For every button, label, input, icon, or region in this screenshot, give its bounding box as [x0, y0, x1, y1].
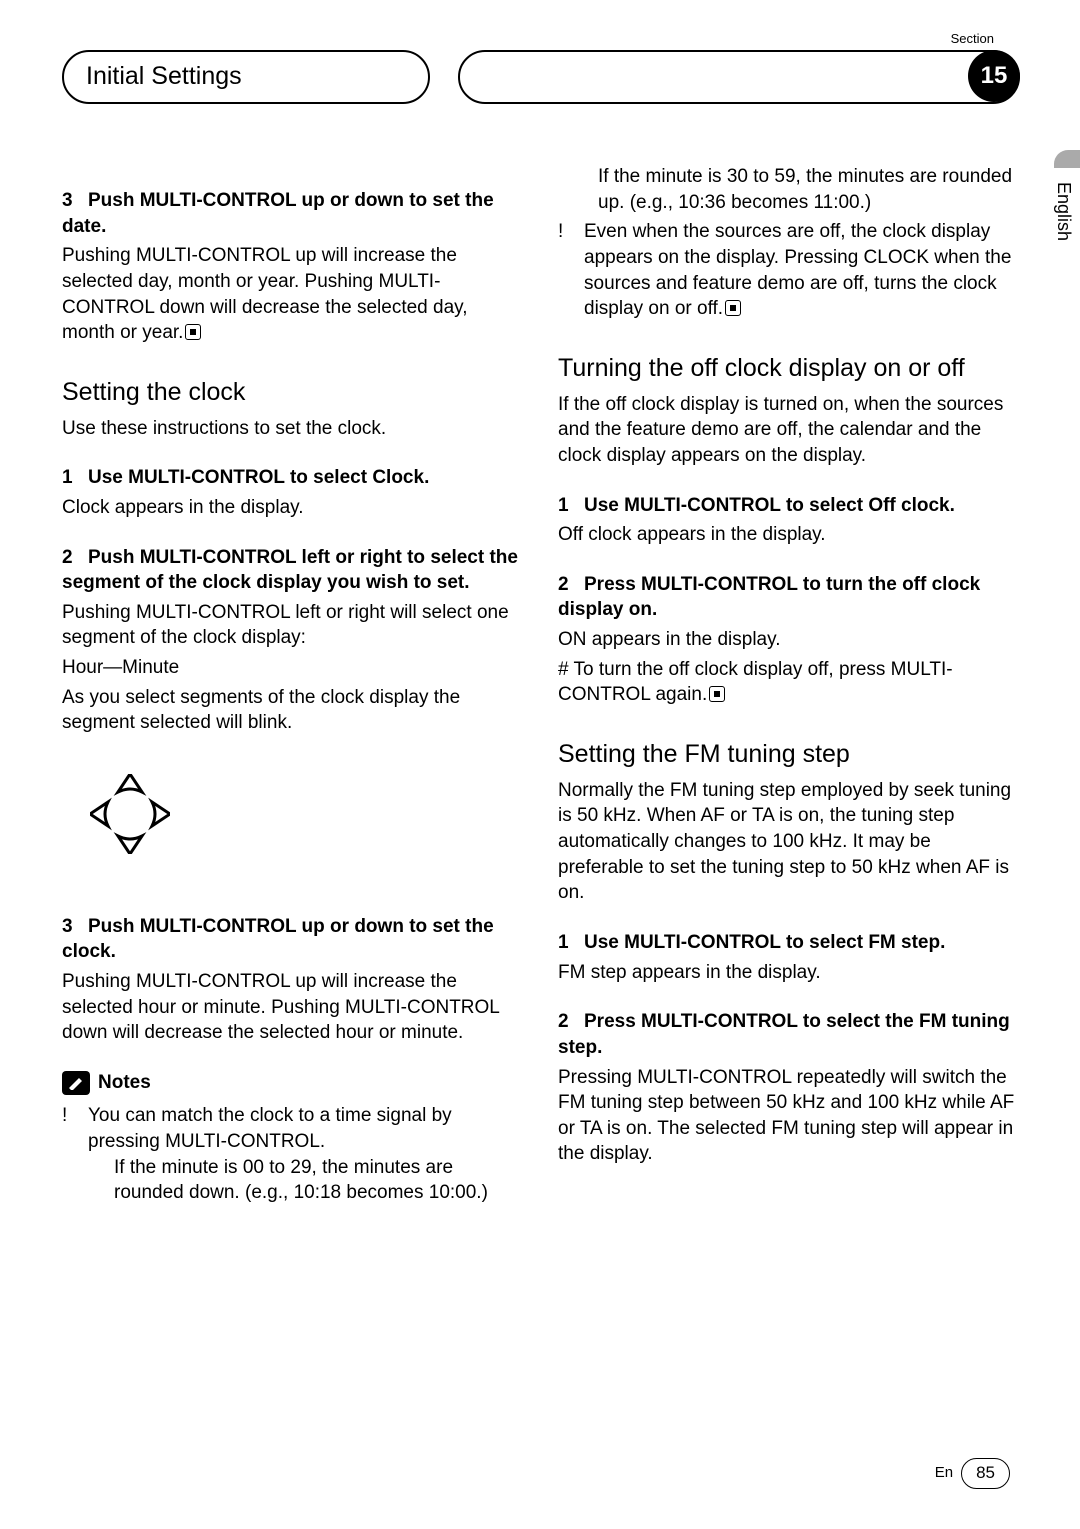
bullet-mark: ! [62, 1103, 88, 1154]
step-date-3: 3Push MULTI-CONTROL up or down to set th… [62, 188, 524, 239]
footer-lang: En [935, 1463, 953, 1483]
step-title: Use MULTI-CONTROL to select FM step. [584, 932, 945, 953]
step-body: ON appears in the display. [558, 627, 1020, 653]
end-icon [709, 686, 725, 702]
dpad-arrows-icon [90, 774, 170, 854]
step-title: Push MULTI-CONTROL up or down to set the… [62, 916, 494, 963]
step-clock-1: 1Use MULTI-CONTROL to select Clock. [62, 465, 524, 491]
step-body: Clock appears in the display. [62, 495, 524, 521]
step-body: Pushing MULTI-CONTROL up will increase t… [62, 243, 524, 346]
step-body: Hour—Minute [62, 655, 524, 681]
step-fm-1: 1Use MULTI-CONTROL to select FM step. [558, 930, 1020, 956]
step-num: 1 [558, 930, 584, 956]
step-body: FM step appears in the display. [558, 960, 1020, 986]
end-icon [185, 324, 201, 340]
heading-fm-step: Setting the FM tuning step [558, 738, 1020, 772]
notes-header: Notes [62, 1070, 524, 1096]
clock-intro: Use these instructions to set the clock. [62, 416, 524, 442]
heading-off-clock: Turning the off clock display on or off [558, 352, 1020, 386]
step-body: Pushing MULTI-CONTROL left or right will… [62, 600, 524, 651]
step-num: 2 [558, 572, 584, 598]
page-header: Initial Settings Section 15 [62, 50, 1020, 104]
step-title: Push MULTI-CONTROL up or down to set the… [62, 190, 494, 237]
step-body: Off clock appears in the display. [558, 522, 1020, 548]
step-num: 3 [62, 914, 88, 940]
step-num: 3 [62, 188, 88, 214]
step-num: 1 [558, 493, 584, 519]
step-title: Press MULTI-CONTROL to turn the off cloc… [558, 574, 980, 621]
page-title: Initial Settings [62, 50, 430, 104]
notes-label: Notes [98, 1070, 151, 1096]
step-fm-2: 2Press MULTI-CONTROL to select the FM tu… [558, 1009, 1020, 1060]
step-body: Pressing MULTI-CONTROL repeatedly will s… [558, 1065, 1020, 1168]
step-num: 2 [558, 1009, 584, 1035]
step-clock-3: 3Push MULTI-CONTROL up or down to set th… [62, 914, 524, 965]
step-num: 2 [62, 545, 88, 571]
page-number: 85 [961, 1458, 1010, 1489]
end-icon [725, 300, 741, 316]
step-title: Press MULTI-CONTROL to select the FM tun… [558, 1011, 1010, 1058]
note-body: Even when the sources are off, the clock… [584, 219, 1020, 322]
right-column: If the minute is 30 to 59, the minutes a… [558, 164, 1020, 1210]
step-body: As you select segments of the clock disp… [62, 685, 524, 736]
note-sub: If the minute is 30 to 59, the minutes a… [598, 164, 1020, 215]
language-tab: English [1048, 168, 1080, 247]
body-text: Even when the sources are off, the clock… [584, 221, 1011, 319]
step-title: Use MULTI-CONTROL to select Off clock. [584, 495, 955, 516]
pencil-icon [62, 1071, 90, 1095]
section-number: 15 [968, 50, 1020, 102]
step-off-2: 2Press MULTI-CONTROL to turn the off clo… [558, 572, 1020, 623]
note-sub: If the minute is 00 to 29, the minutes a… [114, 1155, 524, 1206]
section-label: Section [947, 30, 998, 48]
section-pill: Section 15 [458, 50, 1020, 104]
step-off-1: 1Use MULTI-CONTROL to select Off clock. [558, 493, 1020, 519]
note-item: ! You can match the clock to a time sign… [62, 1103, 524, 1154]
body-text: # To turn the off clock display off, pre… [558, 659, 953, 706]
note-item: ! Even when the sources are off, the clo… [558, 219, 1020, 322]
left-column: 3Push MULTI-CONTROL up or down to set th… [62, 164, 524, 1210]
step-body: # To turn the off clock display off, pre… [558, 657, 1020, 708]
body-text: Pushing MULTI-CONTROL up will increase t… [62, 245, 468, 343]
note-body: You can match the clock to a time signal… [88, 1103, 524, 1154]
step-body: Pushing MULTI-CONTROL up will increase t… [62, 969, 524, 1046]
step-num: 1 [62, 465, 88, 491]
fm-intro: Normally the FM tuning step employed by … [558, 778, 1020, 906]
page-footer: En 85 [935, 1458, 1010, 1489]
off-intro: If the off clock display is turned on, w… [558, 392, 1020, 469]
step-title: Push MULTI-CONTROL left or right to sele… [62, 547, 518, 594]
heading-setting-clock: Setting the clock [62, 376, 524, 410]
step-title: Use MULTI-CONTROL to select Clock. [88, 467, 429, 488]
bullet-mark: ! [558, 219, 584, 322]
step-clock-2: 2Push MULTI-CONTROL left or right to sel… [62, 545, 524, 596]
